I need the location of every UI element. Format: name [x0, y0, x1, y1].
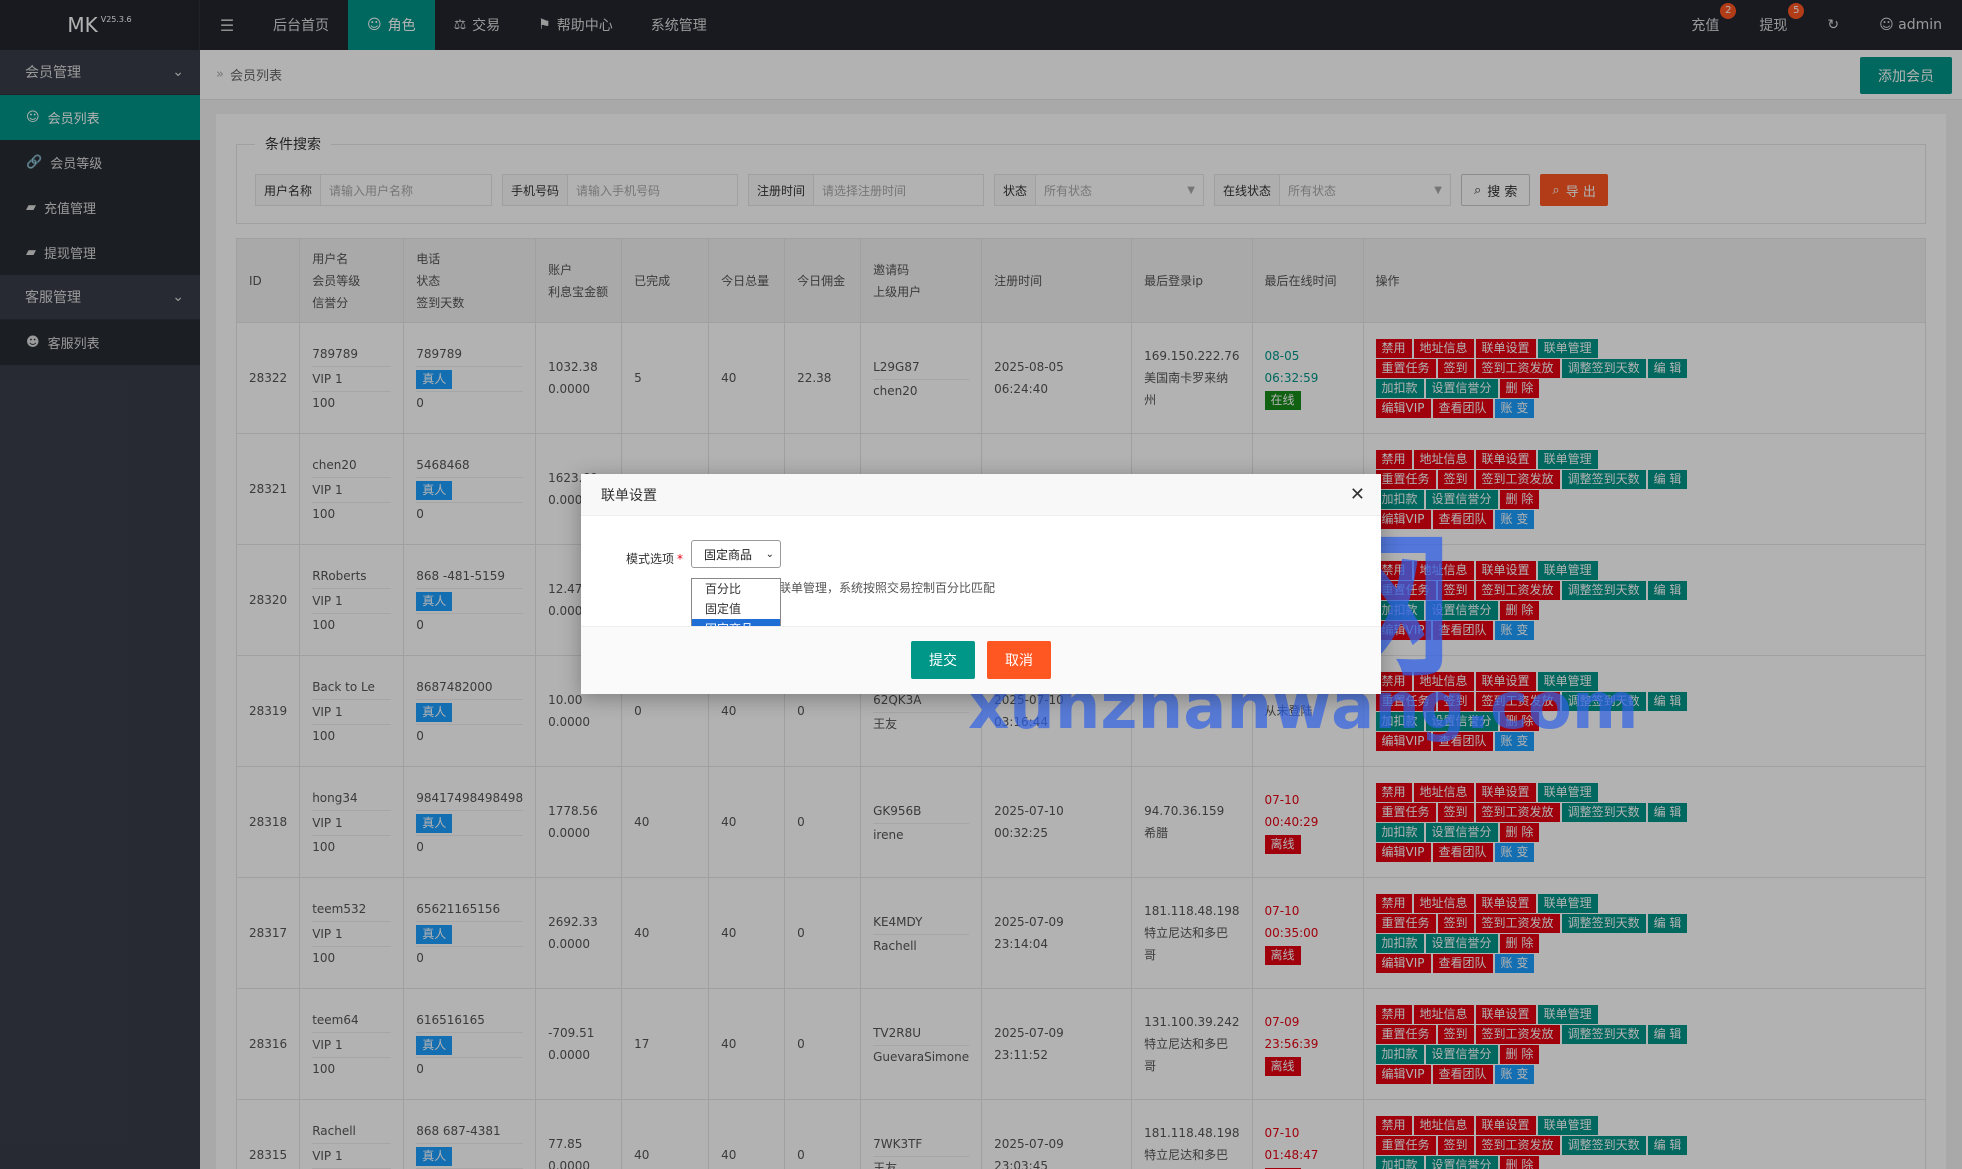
mode-hint: 联单管理，系统按照交易控制百分比匹配	[779, 581, 996, 595]
link-order-settings-modal: 联单设置 ✕ 模式选项 * 固定商品 ⌄ 联单管理，系统按照交易控制百分比匹配 百分…	[581, 474, 1381, 694]
submit-button[interactable]: 提交	[911, 641, 975, 679]
modal-footer: 提交 取消	[581, 626, 1381, 694]
modal-title: 联单设置	[581, 474, 1381, 516]
option-fixed-value[interactable]: 固定值	[692, 599, 780, 619]
cancel-button[interactable]: 取消	[987, 641, 1051, 679]
mode-label: 模式选项 *	[626, 552, 684, 566]
mode-select[interactable]: 固定商品 ⌄	[691, 540, 781, 568]
option-percentage[interactable]: 百分比	[692, 579, 780, 599]
close-icon[interactable]: ✕	[1350, 484, 1365, 505]
